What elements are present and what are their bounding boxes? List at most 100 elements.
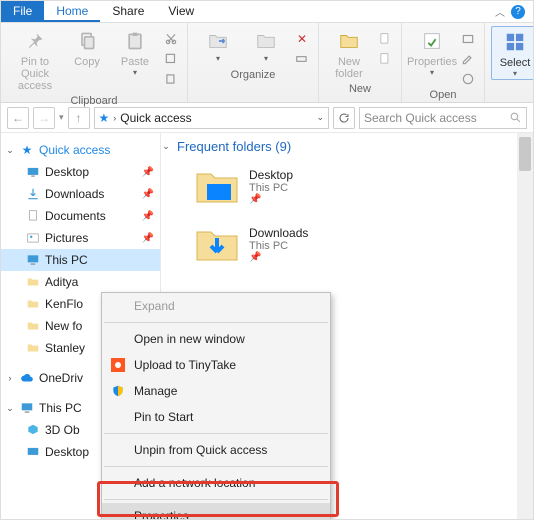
search-input[interactable]: Search Quick access [359,107,527,129]
tab-bar: File Home Share View ︿ ? [1,1,533,23]
ctx-unpin-quick-access[interactable]: Unpin from Quick access [102,437,330,463]
paste-shortcut-icon[interactable] [161,70,181,88]
select-button[interactable]: Select ▾ [491,26,534,80]
folder-icon [25,340,41,356]
folder-icon [25,318,41,334]
sidebar-quick-access[interactable]: ⌄ ★ Quick access [1,139,160,161]
documents-icon [25,208,41,224]
copy-to-button[interactable]: ▾ [242,26,290,64]
ctx-expand: Expand [102,293,330,319]
sidebar-item-downloads[interactable]: Downloads📌 [1,183,160,205]
back-button[interactable]: ← [7,107,29,129]
select-all-icon [501,29,529,55]
tab-file[interactable]: File [1,1,44,22]
folder-item-downloads[interactable]: Downloads This PC 📌 [161,220,533,278]
folder-icon [25,274,41,290]
chevron-down-icon: ⌄ [161,141,171,152]
properties-button[interactable]: Properties ▾ [408,26,456,78]
paste-button[interactable]: Paste ▾ [111,26,159,78]
folder-thumbnail [195,224,239,264]
desktop-icon [25,444,41,460]
open-icon[interactable] [458,30,478,48]
file-explorer-window: File Home Share View ︿ ? Pin to Quick ac… [0,0,534,520]
quick-access-star-icon: ★ [99,111,110,125]
computer-icon [19,400,35,416]
sidebar-item-folder[interactable]: Aditya [1,271,160,293]
paste-icon [121,28,149,54]
pin-icon: 📌 [142,167,154,178]
dropdown-caret-icon: ▾ [133,70,137,76]
shield-icon [110,383,126,399]
delete-icon[interactable]: ✕ [292,30,312,48]
search-placeholder: Search Quick access [364,111,505,125]
search-icon [509,111,522,124]
new-folder-button[interactable]: New folder [325,26,373,82]
pin-icon: 📌 [249,194,293,205]
copy-path-icon[interactable] [161,50,181,68]
group-label-clipboard: Clipboard [7,94,181,108]
refresh-button[interactable] [333,107,355,129]
ctx-open-new-window[interactable]: Open in new window [102,326,330,352]
folder-icon [25,296,41,312]
breadcrumb-location: Quick access [120,111,191,125]
folder-thumbnail [195,166,239,206]
edit-icon[interactable] [458,50,478,68]
sidebar-item-desktop[interactable]: Desktop📌 [1,161,160,183]
up-button[interactable]: ↑ [68,107,90,129]
chevron-right-icon: › [5,373,15,383]
3d-icon [25,422,41,438]
group-label-open: Open [408,88,478,102]
group-label-select [491,80,534,82]
ribbon: Pin to Quick access Copy Paste ▾ Clipbo [1,23,533,103]
desktop-icon [25,164,41,180]
move-to-icon [204,28,232,54]
pin-icon: 📌 [142,189,154,200]
move-to-button[interactable]: ▾ [194,26,242,64]
pin-icon: 📌 [249,252,308,263]
rename-icon[interactable] [292,50,312,68]
star-icon: ★ [19,142,35,158]
tab-share[interactable]: Share [100,1,156,22]
pin-icon [21,28,49,54]
sidebar-item-pictures[interactable]: Pictures📌 [1,227,160,249]
pin-icon: 📌 [142,233,154,244]
chevron-up-icon[interactable]: ︿ [495,4,505,19]
sidebar-item-documents[interactable]: Documents📌 [1,205,160,227]
cut-icon[interactable] [161,30,181,48]
new-item-icon[interactable] [375,30,395,48]
context-menu: Expand Open in new window Upload to Tiny… [101,292,331,520]
pictures-icon [25,230,41,246]
pin-icon: 📌 [142,211,154,222]
copy-icon [73,28,101,54]
chevron-down-icon: ⌄ [5,145,15,156]
tab-view[interactable]: View [156,1,206,22]
help-icon[interactable]: ? [511,5,525,19]
sidebar-item-this-pc-pinned[interactable]: This PC [1,249,160,271]
ctx-properties[interactable]: Properties [102,503,330,520]
recent-locations-caret[interactable]: ▾ [59,112,64,123]
computer-icon [25,252,41,268]
breadcrumb-dropdown-icon[interactable]: ⌄ [316,112,324,123]
cloud-icon [19,370,35,386]
breadcrumb[interactable]: ★ › Quick access ⌄ [94,107,329,129]
ctx-pin-to-start[interactable]: Pin to Start [102,404,330,430]
tab-home[interactable]: Home [44,1,100,22]
ctx-upload-tinytake[interactable]: Upload to TinyTake [102,352,330,378]
group-label-new: New [325,82,395,96]
tinytake-icon [110,357,126,373]
pin-to-quick-access-button[interactable]: Pin to Quick access [7,26,63,94]
history-icon[interactable] [458,70,478,88]
ctx-add-network-location[interactable]: Add a network location [102,470,330,496]
new-folder-icon [335,28,363,54]
copy-to-icon [252,28,280,54]
chevron-down-icon: ⌄ [5,403,15,414]
group-label-organize: Organize [194,68,312,82]
copy-button[interactable]: Copy [63,26,111,70]
vertical-scrollbar[interactable] [517,133,533,519]
downloads-icon [25,186,41,202]
easy-access-icon[interactable] [375,50,395,68]
folder-item-desktop[interactable]: Desktop This PC 📌 [161,162,533,220]
ctx-manage[interactable]: Manage [102,378,330,404]
forward-button[interactable]: → [33,107,55,129]
frequent-folders-header[interactable]: ⌄ Frequent folders (9) [161,133,533,162]
